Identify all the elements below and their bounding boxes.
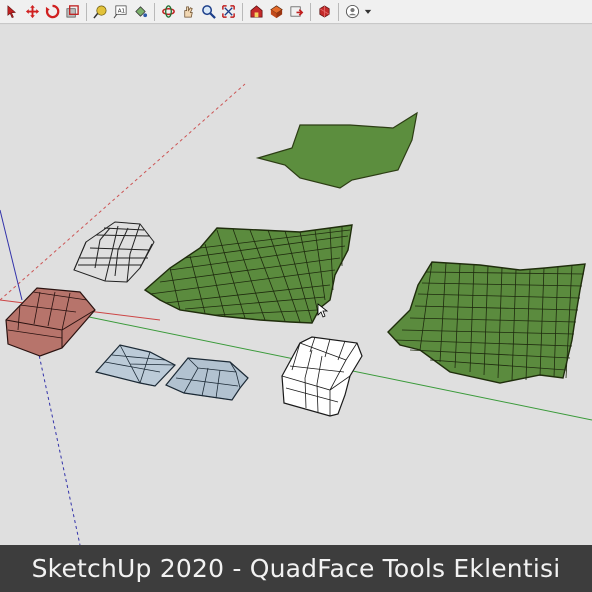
zoom-tool-icon[interactable] bbox=[199, 2, 218, 21]
white-box[interactable] bbox=[281, 336, 363, 417]
smooth-surface-top[interactable] bbox=[255, 111, 418, 189]
wireframe-dome[interactable] bbox=[73, 221, 155, 283]
select-tool-icon[interactable] bbox=[3, 2, 22, 21]
components-icon[interactable] bbox=[267, 2, 286, 21]
share-model-icon[interactable] bbox=[287, 2, 306, 21]
blue-axis bbox=[0, 209, 23, 301]
blue-pyramid-shape[interactable] bbox=[94, 344, 176, 387]
zoom-extents-icon[interactable] bbox=[219, 2, 238, 21]
warehouse-icon[interactable] bbox=[247, 2, 266, 21]
pan-tool-icon[interactable] bbox=[179, 2, 198, 21]
rotate-tool-icon[interactable] bbox=[43, 2, 62, 21]
account-icon[interactable] bbox=[343, 2, 362, 21]
toolbar-separator bbox=[86, 2, 87, 21]
toolbar-separator bbox=[242, 2, 243, 21]
toolbar-separator bbox=[154, 2, 155, 21]
caption-bar: SketchUp 2020 - QuadFace Tools Eklentisi bbox=[0, 545, 592, 592]
paint-bucket-icon[interactable] bbox=[131, 2, 150, 21]
move-tool-icon[interactable] bbox=[23, 2, 42, 21]
model-viewport[interactable] bbox=[0, 25, 592, 545]
toolbar-separator bbox=[338, 2, 339, 21]
svg-text:A1: A1 bbox=[118, 8, 126, 14]
chevron-down-icon[interactable] bbox=[363, 2, 373, 21]
tape-measure-icon[interactable] bbox=[91, 2, 110, 21]
red-box[interactable] bbox=[5, 287, 96, 357]
orbit-tool-icon[interactable] bbox=[159, 2, 178, 21]
blue-slab-shape[interactable] bbox=[165, 357, 249, 401]
blue-axis-dashed bbox=[37, 349, 81, 545]
caption-text: SketchUp 2020 - QuadFace Tools Eklentisi bbox=[31, 554, 561, 583]
toolbar-separator bbox=[310, 2, 311, 21]
toolbar: A1 bbox=[0, 0, 592, 24]
scene bbox=[0, 83, 592, 545]
extension-warehouse-icon[interactable] bbox=[315, 2, 334, 21]
quad-surface-right[interactable] bbox=[387, 261, 586, 384]
text-tool-icon[interactable]: A1 bbox=[111, 2, 130, 21]
scale-tool-icon[interactable] bbox=[63, 2, 82, 21]
